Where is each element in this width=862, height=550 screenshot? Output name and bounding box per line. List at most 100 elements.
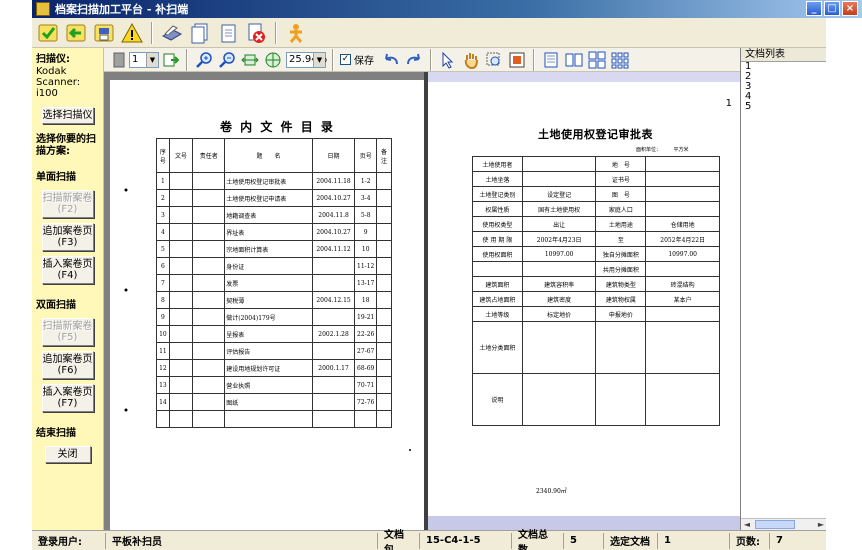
document-list-item[interactable]: 4: [741, 92, 826, 102]
fit-page-icon[interactable]: [263, 48, 283, 72]
catalog-cell: 2004.10.27: [311, 223, 356, 241]
approval-cell: 使用权类型: [472, 216, 523, 232]
four-page-view-icon[interactable]: [587, 48, 607, 72]
single-page-view-icon[interactable]: [541, 48, 561, 72]
double-insert-button[interactable]: 插入案卷页(F7): [41, 384, 94, 412]
page-icon[interactable]: [216, 21, 240, 45]
toolbar-separator: [533, 48, 535, 71]
scanned-page-left[interactable]: 卷 内 文 件 目 录 序号 文号 责任者题 名日期 页号 备注 1 土地使用权登记审批表…: [110, 80, 428, 530]
hand-pan-icon[interactable]: [461, 48, 481, 72]
app-icon: [36, 2, 50, 16]
redo-icon[interactable]: [404, 48, 424, 72]
catalog-table: 序号 文号 责任者题 名日期 页号 备注 1 土地使用权登记审批表 2004.11.18 1-…: [156, 138, 392, 428]
fit-width-icon[interactable]: [240, 48, 260, 72]
scanner-icon[interactable]: [160, 21, 184, 45]
choose-plan-label: 选择你要的扫描方案:: [36, 134, 96, 157]
approval-cell: 权属性质: [472, 201, 523, 217]
save-checkbox[interactable]: ✓: [340, 54, 351, 65]
approval-cell: [645, 261, 720, 277]
two-page-view-icon[interactable]: [564, 48, 584, 72]
catalog-cell: 2004.11.12: [311, 240, 356, 258]
table-row: 共用分摊面积: [472, 261, 720, 277]
undo-icon[interactable]: [381, 48, 401, 72]
scroll-left-icon[interactable]: ◄: [741, 519, 753, 530]
thumbnail-grid-icon[interactable]: [610, 48, 630, 72]
catalog-cell: [192, 172, 226, 190]
zoom-select-icon[interactable]: [484, 48, 504, 72]
close-button[interactable]: 关闭: [44, 446, 91, 463]
zoom-out-icon[interactable]: [217, 48, 237, 72]
copy-page-icon[interactable]: [188, 21, 212, 45]
catalog-cell: 5-8: [354, 206, 378, 224]
chevron-down-icon: ▼: [146, 52, 158, 67]
page-number-value: 1: [132, 54, 139, 65]
scroll-thumb[interactable]: [755, 520, 795, 529]
catalog-cell: [376, 359, 392, 377]
title-bar[interactable]: 档案扫描加工平台 - 补扫端 _ □ ×: [32, 0, 862, 18]
document-list-item[interactable]: 2: [741, 72, 826, 82]
zoom-in-icon[interactable]: [194, 48, 214, 72]
status-total-label: 文档总数: [512, 530, 564, 550]
table-row: 14 图纸 72-76: [156, 393, 392, 411]
page-number-select[interactable]: 1 ▼: [129, 51, 159, 68]
crop-icon[interactable]: [507, 48, 527, 72]
catalog-cell: 2002.1.28: [311, 325, 356, 343]
catalog-cell: [376, 393, 392, 411]
approval-cell: 建筑物类型: [595, 276, 647, 292]
close-window-button[interactable]: ×: [842, 1, 858, 16]
save-icon[interactable]: [92, 21, 116, 45]
go-page-icon[interactable]: [162, 48, 180, 72]
catalog-cell: 9: [354, 223, 378, 241]
approval-cell: 至: [595, 231, 647, 247]
approval-cell: [521, 261, 597, 277]
document-list-item[interactable]: 1: [741, 62, 826, 72]
catalog-cell: [168, 325, 194, 343]
document-list-item[interactable]: 3: [741, 82, 826, 92]
delete-page-icon[interactable]: [244, 21, 268, 45]
approval-cell: [472, 261, 523, 277]
table-row: 使用权面积 10997.00 独自分摊面积 10997.00: [472, 246, 720, 262]
window-title: 档案扫描加工平台 - 补扫端: [55, 3, 189, 16]
approval-cell: 建筑面积: [472, 276, 523, 292]
catalog-cell: [168, 240, 194, 258]
catalog-cell: 8: [156, 291, 170, 309]
table-row: 13 营业执照 70-71: [156, 376, 392, 394]
user-icon[interactable]: [284, 21, 308, 45]
scanned-page-right[interactable]: 1 土地使用权登记审批表 面积单位： 平方米 土地使用者 地 号土地坐落 证书号 土地…: [428, 72, 740, 530]
catalog-cell: 70-71: [354, 376, 378, 394]
single-append-button[interactable]: 追加案卷页(F3): [41, 223, 94, 251]
horizontal-scrollbar[interactable]: ◄ ►: [741, 518, 827, 530]
minimize-button[interactable]: _: [806, 1, 822, 16]
toolbar-separator: [275, 21, 277, 44]
select-scanner-button[interactable]: 选择扫描仪: [41, 107, 94, 124]
approval-cell: 独自分摊面积: [595, 246, 647, 262]
approval-cell: 建筑物权属: [595, 291, 647, 307]
single-scan-new-button[interactable]: 扫描新案卷(F2): [41, 190, 94, 218]
document-list-item[interactable]: 5: [741, 102, 826, 112]
catalog-cell: [192, 189, 226, 207]
single-insert-button[interactable]: 插入案卷页(F4): [41, 256, 94, 284]
approval-table: 土地使用者 地 号土地坐落 证书号 土地登记类别 设定登记图 号权属性质 国有土地使用权家…: [472, 156, 720, 426]
document-viewer[interactable]: 卷 内 文 件 目 录 序号 文号 责任者题 名日期 页号 备注 1 土地使用权登记审批表…: [104, 72, 740, 530]
table-row: 建筑占地面积 建筑密度 建筑物权属 某本户: [472, 291, 720, 307]
warning-icon[interactable]: [120, 21, 144, 45]
catalog-cell: 建设用地规划许可证: [224, 359, 313, 377]
back-icon[interactable]: [64, 21, 88, 45]
zoom-select[interactable]: 25.94% ▼: [286, 51, 327, 68]
double-append-button[interactable]: 追加案卷页(F6): [41, 351, 94, 379]
table-row: 3 地籍调查表 2004.11.8 5-8: [156, 206, 392, 224]
catalog-cell: [156, 410, 170, 428]
catalog-cell: 1: [156, 172, 170, 190]
pointer-icon[interactable]: [438, 48, 458, 72]
double-scan-new-button[interactable]: 扫描新案卷(F5): [41, 318, 94, 346]
maximize-button[interactable]: □: [824, 1, 840, 16]
table-row: 土地坐落 证书号: [472, 171, 720, 187]
check-icon[interactable]: [36, 21, 60, 45]
catalog-cell: [168, 257, 194, 275]
desktop-right-edge: [826, 18, 862, 550]
app-window: 档案扫描加工平台 - 补扫端 _ □ × 扫描仪: Kodak Scanner:…: [0, 0, 862, 550]
catalog-cell: [168, 189, 194, 207]
table-row: 1 土地使用权登记审批表 2004.11.18 1-2: [156, 172, 392, 190]
status-selected-label: 选定文档: [604, 532, 658, 549]
catalog-cell: [168, 172, 194, 190]
